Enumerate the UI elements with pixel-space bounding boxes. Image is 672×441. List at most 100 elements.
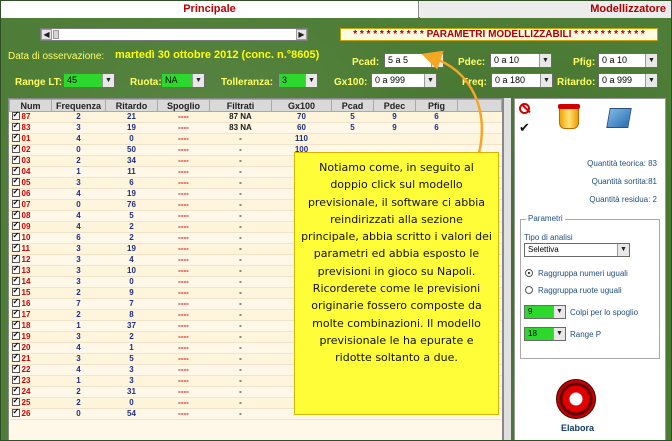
chevron-down-icon[interactable]: ▼ (305, 74, 317, 87)
checkmark-icon[interactable]: ✔ (519, 121, 530, 136)
scroll-right-arrow-icon[interactable]: ▶ (296, 29, 307, 40)
row-checkbox[interactable] (11, 352, 20, 362)
bucket-icon[interactable] (558, 104, 580, 129)
chevron-down-icon[interactable]: ▼ (553, 328, 565, 340)
cell-spoglio: ---- (157, 265, 210, 277)
scroll-thumb[interactable] (53, 30, 59, 39)
tipo-analisi-select[interactable]: Selettiva ▼ (524, 243, 630, 257)
cell-filtrati: - (209, 210, 272, 222)
row-checkbox[interactable] (11, 407, 20, 417)
cell-spoglio: ---- (157, 309, 210, 321)
cell-frequenza: 2 (51, 155, 106, 167)
cell-frequenza: 2 (51, 111, 106, 123)
pfig-select[interactable]: 0 a 10 ▼ (598, 53, 658, 68)
chevron-down-icon[interactable]: ▼ (431, 54, 443, 67)
cell-filtrati: - (209, 199, 272, 211)
edit-icon[interactable] (606, 108, 632, 128)
colpi-spoglio-select[interactable]: 9 ▼ (524, 305, 566, 319)
row-checkbox[interactable] (11, 242, 20, 252)
table-row[interactable]: 83 319----83 NA60596 (9, 121, 502, 134)
cell-ritardo: 10 (105, 265, 158, 277)
row-checkbox[interactable] (11, 308, 20, 318)
col-header-ritardo[interactable]: Ritardo (105, 99, 158, 112)
col-header-pcad[interactable]: Pcad (331, 99, 374, 112)
ritardo-select[interactable]: 0 a 999 ▼ (598, 73, 658, 88)
cell-num[interactable]: 26 (9, 407, 52, 420)
row-checkbox[interactable] (11, 330, 20, 340)
range-lt-select[interactable]: 45 ▼ (63, 73, 115, 88)
row-checkbox[interactable] (11, 165, 20, 175)
row-checkbox[interactable] (11, 341, 20, 351)
table-row[interactable]: 87 221----87 NA70596 (9, 110, 502, 123)
cell-frequenza: 3 (51, 331, 106, 343)
row-checkbox[interactable] (11, 231, 20, 241)
radio-raggruppa-ruote-label: Raggruppa ruote uguali (538, 286, 622, 295)
cell-frequenza: 4 (51, 188, 106, 200)
chevron-down-icon[interactable]: ▼ (424, 74, 436, 87)
chevron-down-icon[interactable]: ▼ (617, 244, 629, 256)
chevron-down-icon[interactable]: ▼ (192, 74, 204, 87)
col-header-gx100[interactable]: Gx100 (271, 99, 332, 112)
ruota-select[interactable]: NA ▼ (161, 73, 205, 88)
row-checkbox[interactable] (11, 143, 20, 153)
chevron-down-icon[interactable]: ▼ (553, 306, 565, 318)
cell-ritardo: 34 (105, 155, 158, 167)
gx100-select[interactable]: 0 a 999 ▼ (371, 73, 437, 88)
cell-spoglio: ---- (157, 122, 210, 134)
range-p-select[interactable]: 18 ▼ (524, 327, 566, 341)
row-checkbox[interactable] (11, 374, 20, 384)
chevron-down-icon[interactable]: ▼ (539, 54, 551, 67)
cell-spoglio: ---- (157, 210, 210, 222)
vertical-scrollbar[interactable] (503, 98, 511, 440)
col-header-frequenza[interactable]: Frequenza (51, 99, 106, 112)
row-checkbox[interactable] (11, 275, 20, 285)
tab-modellizzatore[interactable]: Modellizzatore (420, 1, 671, 18)
row-checkbox[interactable] (11, 396, 20, 406)
cell-ritardo: 5 (105, 353, 158, 365)
chevron-down-icon[interactable]: ▼ (645, 74, 657, 87)
pcad-select[interactable]: 5 a 5 ▼ (384, 53, 444, 68)
freq-select[interactable]: 0 a 180 ▼ (491, 73, 553, 88)
row-checkbox[interactable] (11, 264, 20, 274)
cell-spoglio: ---- (157, 320, 210, 332)
row-checkbox[interactable] (11, 132, 20, 142)
row-checkbox[interactable] (11, 110, 20, 120)
row-checkbox[interactable] (11, 319, 20, 329)
cell-frequenza: 3 (51, 353, 106, 365)
row-checkbox[interactable] (11, 187, 20, 197)
row-checkbox[interactable] (11, 297, 20, 307)
row-checkbox[interactable] (11, 176, 20, 186)
row-checkbox[interactable] (11, 220, 20, 230)
cell-frequenza: 6 (51, 232, 106, 244)
cancel-icon[interactable] (519, 103, 530, 114)
cell-ritardo: 9 (105, 287, 158, 299)
row-checkbox[interactable] (11, 253, 20, 263)
chevron-down-icon[interactable]: ▼ (540, 74, 552, 87)
col-header-pdec[interactable]: Pdec (373, 99, 416, 112)
chevron-down-icon[interactable]: ▼ (102, 74, 114, 87)
scroll-left-arrow-icon[interactable]: ◀ (41, 29, 52, 40)
row-checkbox[interactable] (11, 154, 20, 164)
chevron-down-icon[interactable]: ▼ (645, 54, 657, 67)
elabora-button[interactable] (556, 379, 596, 419)
row-checkbox[interactable] (11, 363, 20, 373)
cell-ritardo: 0 (105, 276, 158, 288)
row-checkbox[interactable] (11, 209, 20, 219)
cell-ritardo: 50 (105, 144, 158, 156)
radio-raggruppa-numeri[interactable] (525, 269, 533, 277)
radio-raggruppa-ruote[interactable] (525, 286, 533, 294)
col-header-filtrati[interactable]: Filtrati (209, 99, 272, 112)
pdec-select[interactable]: 0 a 10 ▼ (490, 53, 552, 68)
col-header-pfig[interactable]: Pfig (415, 99, 458, 112)
cell-ritardo: 8 (105, 309, 158, 321)
tolleranza-select[interactable]: 3 ▼ (278, 73, 318, 88)
tab-principale[interactable]: Principale (1, 1, 419, 18)
row-checkbox[interactable] (11, 198, 20, 208)
col-header-spoglio[interactable]: Spoglio (157, 99, 210, 112)
table-row[interactable]: 0140-----110 (9, 132, 502, 145)
cell-spoglio: ---- (157, 254, 210, 266)
row-checkbox[interactable] (11, 385, 20, 395)
row-checkbox[interactable] (11, 121, 20, 131)
horizontal-scrollbar[interactable]: ◀ ▶ (40, 28, 308, 41)
row-checkbox[interactable] (11, 286, 20, 296)
